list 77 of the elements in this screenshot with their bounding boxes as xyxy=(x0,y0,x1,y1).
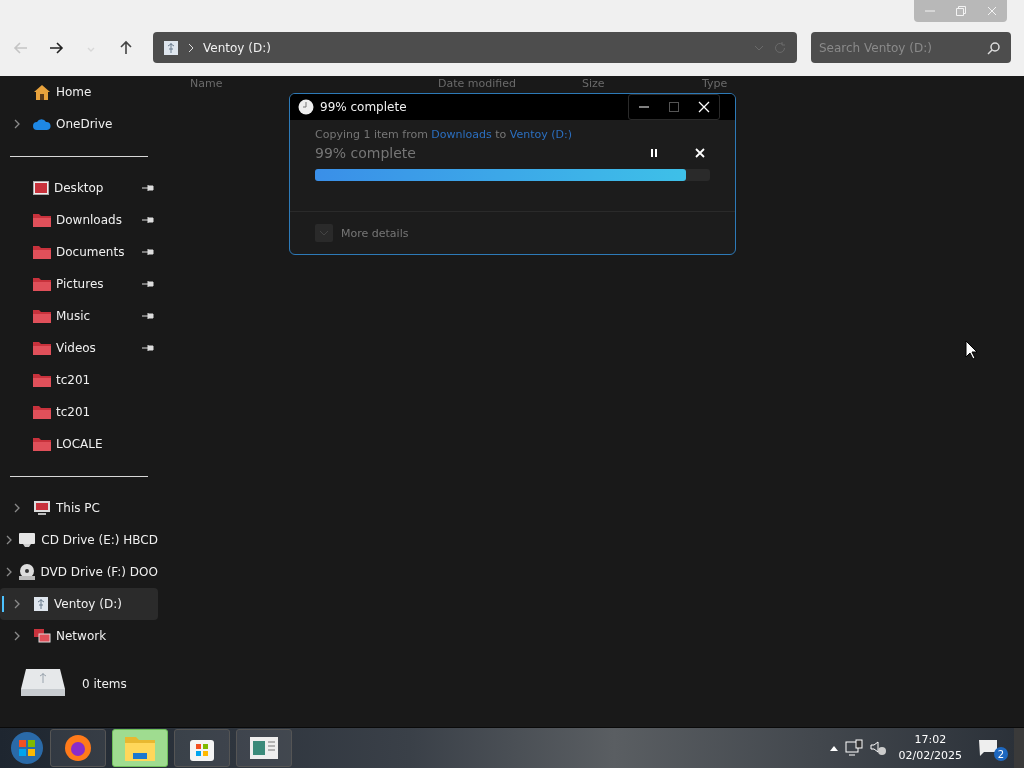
message-icon[interactable] xyxy=(978,739,998,757)
pin-icon xyxy=(142,183,154,193)
pin-icon xyxy=(142,215,154,225)
item-count: 0 items xyxy=(82,677,127,691)
drive-icon xyxy=(20,667,66,697)
cancel-icon[interactable] xyxy=(695,148,705,158)
copy-message: Copying 1 item from Downloads to Ventoy (D:) xyxy=(315,128,574,141)
chevron-icon[interactable] xyxy=(12,631,21,641)
sidebar-item[interactable]: DVD Drive (F:) DOO xyxy=(0,556,158,588)
pin-icon xyxy=(142,247,154,257)
chevron-icon[interactable] xyxy=(12,119,21,129)
monitor-icon[interactable] xyxy=(844,739,863,757)
chevron-icon[interactable] xyxy=(5,535,14,545)
sidebar-item[interactable]: OneDrive xyxy=(0,108,158,140)
sidebar-item[interactable]: Videos xyxy=(0,332,158,364)
drive-icon xyxy=(18,532,37,548)
computer-icon xyxy=(33,500,51,516)
search-icon xyxy=(987,41,1001,55)
progress-text: 99% complete xyxy=(315,145,416,161)
sidebar-item[interactable]: Ventoy (D:) xyxy=(0,588,158,620)
pin-icon xyxy=(142,311,154,321)
taskbar-app[interactable] xyxy=(236,729,292,767)
dialog-title: 99% complete xyxy=(320,100,407,114)
forward-icon[interactable] xyxy=(48,39,64,56)
sidebar-item[interactable]: tc201 xyxy=(0,396,158,428)
maximize-icon xyxy=(668,101,680,113)
chevron-icon xyxy=(187,42,195,53)
cloud-icon xyxy=(33,118,51,130)
sidebar-item[interactable]: Desktop xyxy=(0,172,158,204)
chevron-icon[interactable] xyxy=(4,567,13,577)
notification-badge: 2 xyxy=(994,747,1008,761)
speaker-icon[interactable] xyxy=(868,739,887,757)
folder-icon xyxy=(33,213,51,227)
disc-icon xyxy=(17,564,36,580)
folder-icon xyxy=(33,277,51,291)
close-icon xyxy=(986,6,997,16)
sidebar-item[interactable]: LOCALE xyxy=(0,428,158,460)
sidebar-item[interactable]: Downloads xyxy=(0,204,158,236)
clock-time[interactable]: 17:02 xyxy=(914,732,947,748)
up-icon[interactable] xyxy=(118,39,134,56)
usb-drive-icon xyxy=(33,596,49,612)
close-icon xyxy=(698,101,710,113)
sidebar-item[interactable]: CD Drive (E:) HBCD xyxy=(0,524,158,556)
sidebar-item[interactable]: Music xyxy=(0,300,158,332)
sidebar-item[interactable]: Documents xyxy=(0,236,158,268)
search-field[interactable]: Search Ventoy (D:) xyxy=(811,32,1011,63)
taskbar-app[interactable] xyxy=(50,729,106,767)
pause-icon[interactable] xyxy=(649,148,659,158)
chevron-icon[interactable] xyxy=(12,599,21,609)
folder-icon xyxy=(124,734,156,762)
folder-icon xyxy=(33,405,51,419)
sidebar-item[interactable]: Home xyxy=(0,76,158,108)
pin-icon xyxy=(142,279,154,289)
sidebar-item[interactable]: This PC xyxy=(0,492,158,524)
chevron-icon[interactable] xyxy=(12,503,21,513)
pin-icon xyxy=(142,343,154,353)
folder-icon xyxy=(33,373,51,387)
taskbar-app[interactable] xyxy=(174,729,230,767)
folder-icon xyxy=(33,341,51,355)
caret-icon[interactable] xyxy=(828,744,839,752)
folder-icon xyxy=(33,245,51,259)
cursor-icon xyxy=(965,340,977,360)
usb-drive-icon xyxy=(163,39,179,56)
folder-icon xyxy=(33,309,51,323)
restore-icon xyxy=(955,6,966,16)
house-icon xyxy=(33,84,51,100)
clock-icon xyxy=(298,99,314,115)
folder-icon xyxy=(33,437,51,451)
desktop-icon xyxy=(33,181,49,195)
more-details[interactable]: More details xyxy=(341,226,409,240)
start-icon[interactable] xyxy=(10,731,44,765)
sidebar-item[interactable]: tc201 xyxy=(0,364,158,396)
sidebar-item[interactable]: Pictures xyxy=(0,268,158,300)
sidebar-item[interactable]: Network xyxy=(0,620,158,652)
clock-date[interactable]: 02/02/2025 xyxy=(898,748,962,764)
network-icon xyxy=(33,628,51,644)
document-window-icon xyxy=(249,736,279,760)
